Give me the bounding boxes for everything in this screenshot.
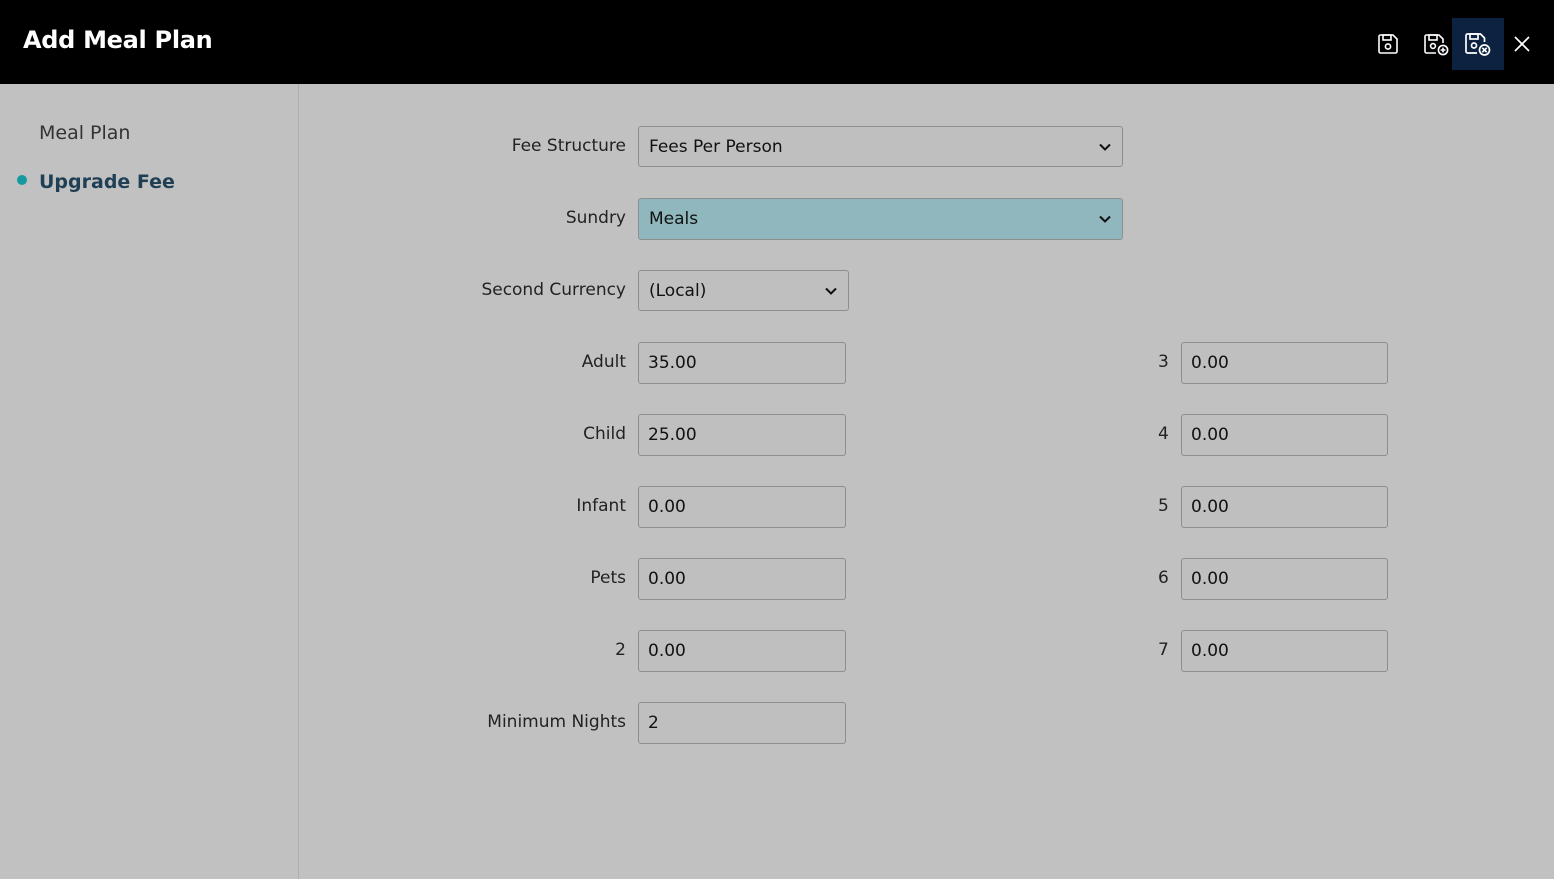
save-and-close-icon (1465, 33, 1491, 56)
chevron-down-icon (1099, 215, 1111, 223)
minimum-nights-label: Minimum Nights (487, 712, 626, 732)
page-title: Add Meal Plan (23, 26, 213, 54)
save-icon (1378, 34, 1398, 54)
extra-2-fee-input[interactable] (638, 630, 846, 672)
second-currency-label: Second Currency (481, 280, 626, 300)
sundry-value: Meals (649, 209, 699, 229)
sundry-select[interactable]: Meals (638, 198, 1123, 240)
chevron-down-icon (825, 287, 837, 295)
infant-fee-input[interactable] (638, 486, 846, 528)
extra-5-label: 5 (1158, 496, 1169, 516)
adult-fee-input[interactable] (638, 342, 846, 384)
header-bar: Add Meal Plan (0, 0, 1554, 84)
close-button[interactable] (1497, 18, 1547, 70)
extra-6-label: 6 (1158, 568, 1169, 588)
adult-label: Adult (581, 352, 626, 372)
second-currency-select[interactable]: (Local) (638, 270, 849, 311)
sidebar (0, 84, 299, 879)
sidebar-item-upgrade-fee[interactable]: Upgrade Fee (39, 171, 175, 193)
child-label: Child (583, 424, 626, 444)
extra-4-fee-input[interactable] (1181, 414, 1388, 456)
extra-3-label: 3 (1158, 352, 1169, 372)
extra-5-fee-input[interactable] (1181, 486, 1388, 528)
extra-4-label: 4 (1158, 424, 1169, 444)
extra-6-fee-input[interactable] (1181, 558, 1388, 600)
pets-fee-input[interactable] (638, 558, 846, 600)
pets-label: Pets (590, 568, 626, 588)
chevron-down-icon (1099, 143, 1111, 151)
extra-3-fee-input[interactable] (1181, 342, 1388, 384)
extra-2-label: 2 (615, 640, 626, 660)
active-indicator (17, 175, 27, 185)
second-currency-value: (Local) (649, 280, 707, 301)
child-fee-input[interactable] (638, 414, 846, 456)
fee-structure-value: Fees Per Person (649, 136, 783, 157)
extra-7-label: 7 (1158, 640, 1169, 660)
fee-structure-label: Fee Structure (511, 136, 626, 156)
sidebar-item-meal-plan[interactable]: Meal Plan (39, 122, 130, 144)
infant-label: Infant (576, 496, 626, 516)
save-button[interactable] (1362, 18, 1414, 70)
minimum-nights-input[interactable] (638, 702, 846, 744)
fee-structure-select[interactable]: Fees Per Person (638, 126, 1123, 167)
close-icon (1514, 36, 1530, 52)
save-and-new-icon (1424, 34, 1449, 56)
sundry-label: Sundry (565, 208, 626, 228)
extra-7-fee-input[interactable] (1181, 630, 1388, 672)
